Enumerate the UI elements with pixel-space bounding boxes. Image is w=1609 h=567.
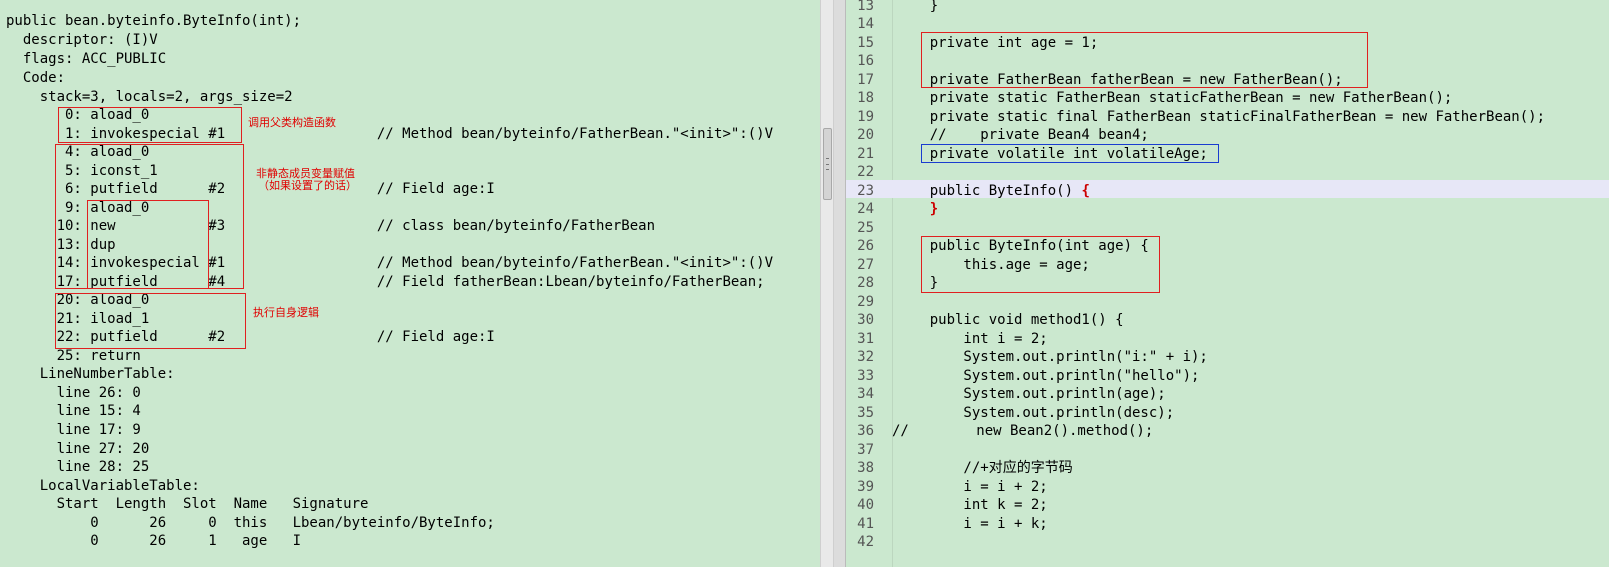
vertical-scrollbar[interactable] [820,0,834,567]
bytecode-line: 25: return [6,348,141,364]
brace-match-close: } [929,201,939,217]
line-number: 33 [857,368,874,384]
code-text: } [896,0,939,14]
bytecode-line: line 15: 4 [6,403,141,419]
bytecode-line: public bean.byteinfo.ByteInfo(int); [6,13,302,29]
bytecode-line: 0 26 0 this Lbean/byteinfo/ByteInfo; [6,515,495,531]
line-number: 31 [857,331,874,347]
line-number: 16 [857,53,874,69]
line-number: 36 [857,423,874,439]
bytecode-line: LineNumberTable: [6,366,175,382]
line-number: 23 [857,183,874,199]
line-number: 32 [857,349,874,365]
bytecode-line: line 27: 20 [6,441,150,457]
line-number: 38 [857,460,874,476]
constructor-box [921,236,1160,293]
line-number: 40 [857,497,874,513]
bytecode-line: flags: ACC_PUBLIC [6,51,167,67]
bytecode-line: 0 26 1 age I [6,533,302,549]
code-text: //+对应的字节码 [896,460,1073,476]
line-number: 39 [857,479,874,495]
line-number: 17 [857,72,874,88]
code-text: private static FatherBean staticFatherBe… [896,90,1453,106]
code-text: System.out.println("hello"); [896,368,1200,384]
line-number: 25 [857,220,874,236]
bytecode-line: line 26: 0 [6,385,141,401]
field-init-object-box [87,200,209,289]
code-segment: public ByteInfo() [896,183,1082,199]
bytecode-line: Start Length Slot Name Signature [6,496,369,512]
field-declaration-box [921,32,1368,88]
code-text: i = i + k; [896,516,1048,532]
line-number: 30 [857,312,874,328]
line-number: 19 [857,109,874,125]
code-text: System.out.println("i:" + i); [896,349,1208,365]
line-number: 42 [857,534,874,550]
line-number: 21 [857,146,874,162]
code-text: // private Bean4 bean4; [896,127,1149,143]
annotation-field-init-note: （如果设置了的话） [258,179,357,192]
line-number: 34 [857,386,874,402]
pane-divider[interactable] [834,0,846,567]
annotation-own-logic: 执行自身逻辑 [253,306,319,319]
line-number: 37 [857,442,874,458]
annotation-super-constructor: 调用父类构造函数 [248,116,336,129]
line-number: 24 [857,201,874,217]
code-text: private static final FatherBean staticFi… [896,109,1546,125]
bytecode-line: Code: [6,70,66,86]
line-number: 13 [857,0,874,14]
line-number: 22 [857,164,874,180]
line-number: 14 [857,16,874,32]
bytecode-line: stack=3, locals=2, args_size=2 [6,89,293,105]
code-text: int k = 2; [896,497,1048,513]
bytecode-line: LocalVariableTable: [6,478,200,494]
brace-match-open: { [1081,183,1090,199]
line-number: 29 [857,294,874,310]
scroll-thumb[interactable] [823,128,832,200]
bytecode-line: descriptor: (I)V [6,32,158,48]
code-text: int i = 2; [896,331,1048,347]
line-number: 41 [857,516,874,532]
line-number: 20 [857,127,874,143]
line-number: 15 [857,35,874,51]
line-number: 18 [857,90,874,106]
bytecode-line: line 28: 25 [6,459,150,475]
super-constructor-box [58,107,242,143]
line-number: 35 [857,405,874,421]
own-logic-box [55,293,246,349]
line-number: 26 [857,238,874,254]
code-text: } [896,200,938,218]
code-text: i = i + 2; [896,479,1048,495]
bytecode-line: line 17: 9 [6,422,141,438]
source-pane[interactable]: 13 } 14 15 private int age = 1; 16 17 pr… [846,0,1609,567]
code-text: // new Bean2().method(); [892,423,1154,439]
bytecode-pane[interactable]: public bean.byteinfo.ByteInfo(int); desc… [0,0,820,567]
code-text: public ByteInfo() { [896,182,1090,200]
volatile-field-box [921,144,1219,163]
code-text: System.out.println(desc); [896,405,1175,421]
line-number: 28 [857,275,874,291]
line-number: 27 [857,257,874,273]
code-text: System.out.println(age); [896,386,1166,402]
grip-icon [826,158,829,170]
code-text: public void method1() { [896,312,1124,328]
